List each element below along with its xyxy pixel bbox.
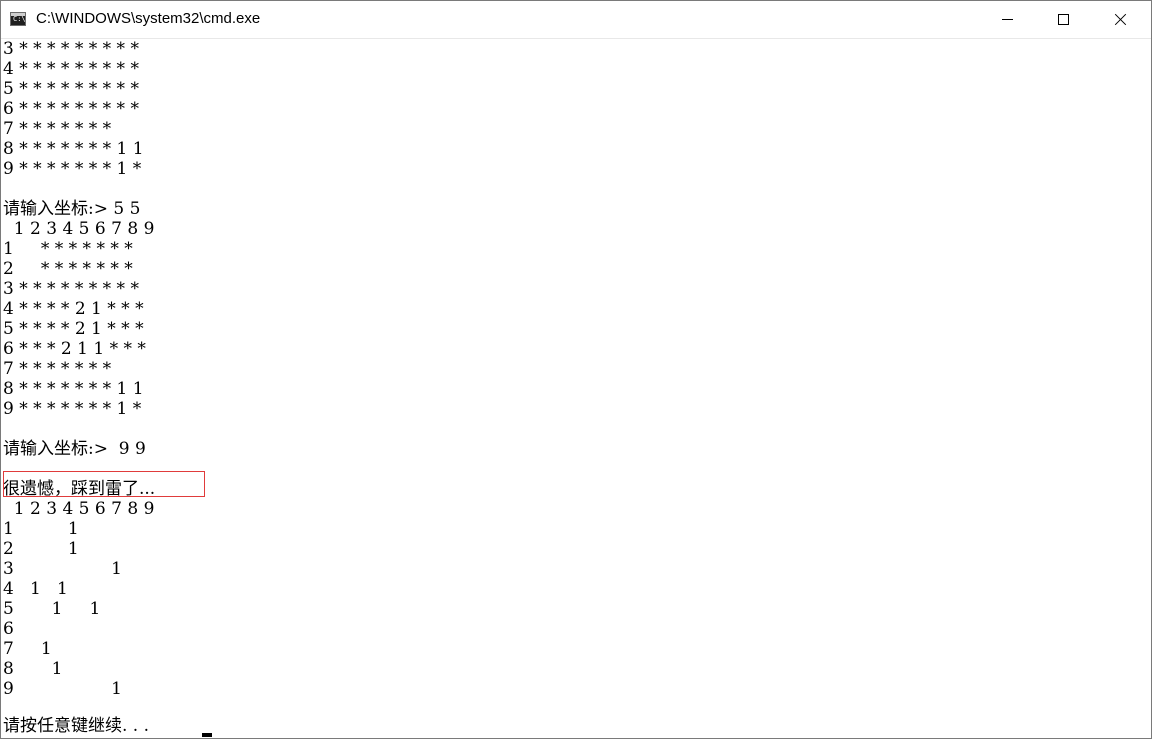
console-line: 3 * * * * * * * * *	[3, 279, 139, 299]
console-line: 8 * * * * * * * 1 1	[3, 139, 144, 159]
console-line: 1 * * * * * * *	[3, 239, 133, 259]
title-bar[interactable]: C:\ C:\WINDOWS\system32\cmd.exe	[1, 1, 1151, 39]
text-cursor	[202, 733, 212, 737]
console-line: 9 1	[3, 679, 122, 699]
console-line: 6 * * * 2 1 1 * * *	[3, 339, 146, 359]
highlight-box	[3, 471, 205, 497]
console-line: 7 * * * * * * *	[3, 119, 112, 139]
console-line: 5 * * * * 2 1 * * *	[3, 319, 144, 339]
console-line: 3 1	[3, 559, 122, 579]
console-line: 6	[3, 619, 14, 639]
console-line: 请输入坐标:> 5 5	[3, 199, 141, 219]
console-line: 1 2 3 4 5 6 7 8 9	[3, 499, 155, 519]
console-line: 5 1 1	[3, 599, 101, 619]
console-line: 4 * * * * 2 1 * * *	[3, 299, 144, 319]
console-line: 请输入坐标:> 9 9	[3, 439, 146, 459]
console-line: 5 * * * * * * * * *	[3, 79, 139, 99]
window-title: C:\WINDOWS\system32\cmd.exe	[36, 10, 261, 27]
console-line: 9 * * * * * * * 1 *	[3, 159, 142, 179]
console-line: 8 1	[3, 659, 63, 679]
console-output[interactable]: 3 * * * * * * * * * 4 * * * * * * * * * …	[2, 39, 1150, 738]
console-line: 8 * * * * * * * 1 1	[3, 379, 144, 399]
console-line: 4 * * * * * * * * *	[3, 59, 139, 79]
close-button[interactable]	[1097, 1, 1143, 38]
minimize-button[interactable]	[985, 1, 1031, 38]
cmd-window: C:\ C:\WINDOWS\system32\cmd.exe 3 * * * …	[0, 0, 1152, 739]
console-line: 7 1	[3, 639, 52, 659]
console-line: 1 1	[3, 519, 79, 539]
console-line: 9 * * * * * * * 1 *	[3, 399, 142, 419]
console-line: 7 * * * * * * *	[3, 359, 112, 379]
console-line: 4 1 1	[3, 579, 68, 599]
console-line: 2 * * * * * * *	[3, 259, 133, 279]
console-line: 2 1	[3, 539, 79, 559]
console-line: 1 2 3 4 5 6 7 8 9	[3, 219, 155, 239]
cmd-icon[interactable]: C:\	[10, 12, 26, 26]
console-line: 6 * * * * * * * * *	[3, 99, 139, 119]
press-any-key-prompt: 请按任意键继续. . .	[3, 716, 155, 736]
maximize-button[interactable]	[1041, 1, 1087, 38]
console-line: 3 * * * * * * * * *	[3, 39, 139, 59]
